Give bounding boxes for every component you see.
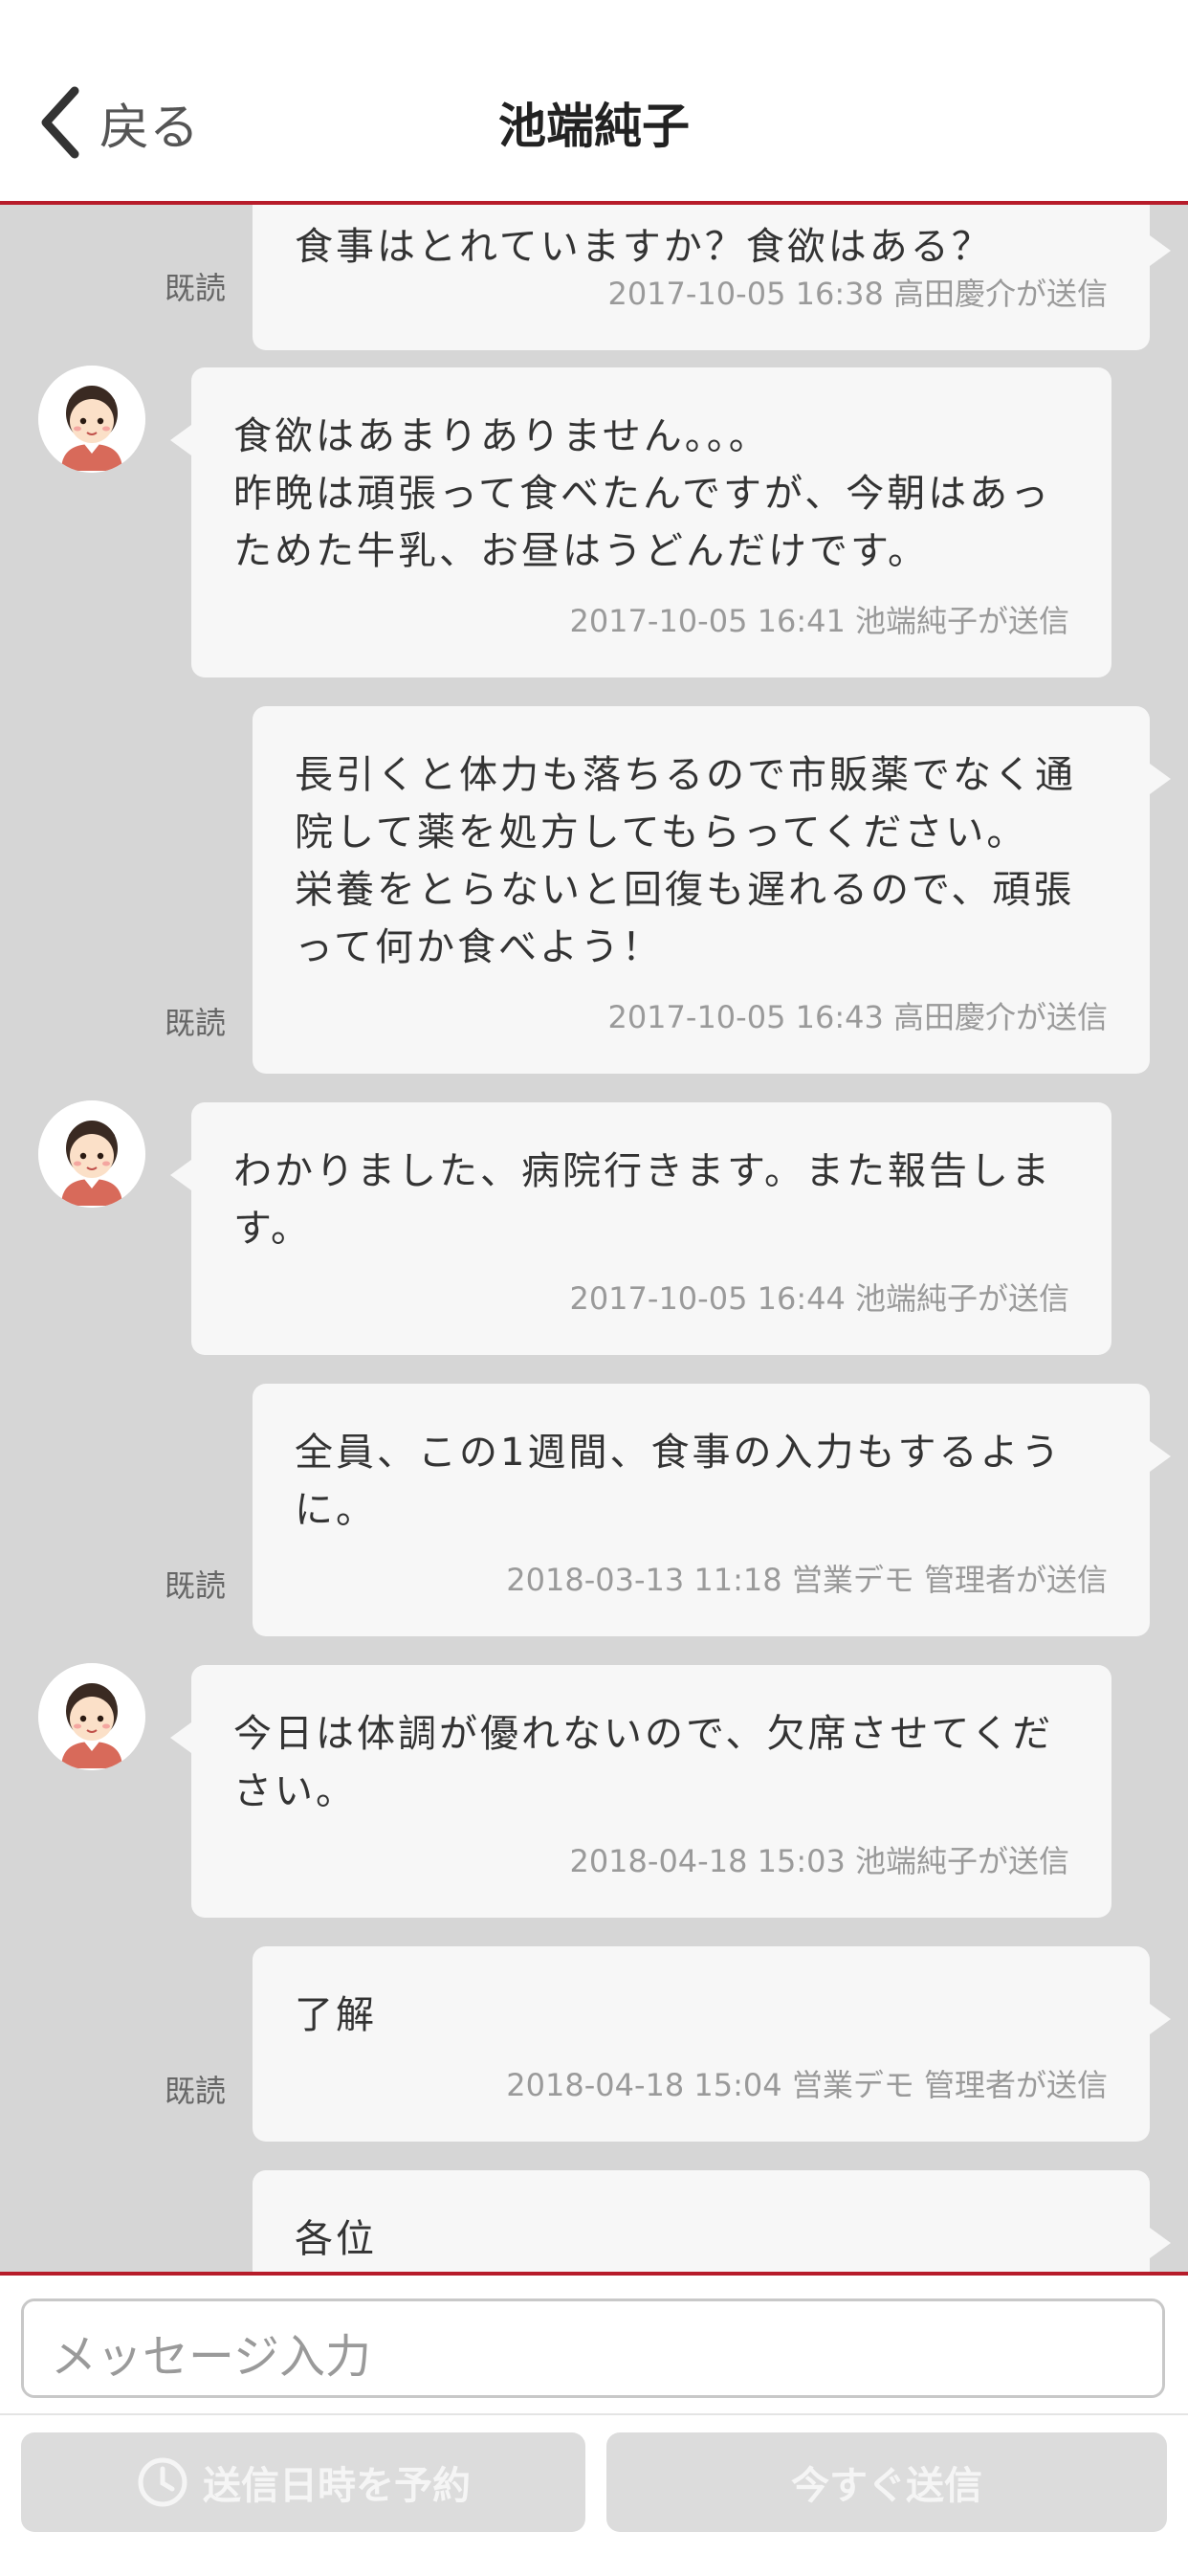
message-meta: 2017-10-05 16:38 高田慶介が送信 [607,276,1108,312]
read-receipt: 既読 [165,270,227,306]
message-bubble-outgoing: 全員、この1週間、食事の入力もするように。 2018-03-13 11:18 営… [253,1384,1171,1636]
message-meta: 2017-10-05 16:43 高田慶介が送信 [607,999,1108,1035]
message-list[interactable]: 食事はとれていますか？食欲はある？ 2017-10-05 16:38 高田慶介が… [0,205,1188,2272]
message-text: 食事はとれていますか？食欲はある？ [295,225,993,269]
message-meta: 2018-04-18 15:03 池端純子が送信 [569,1843,1069,1879]
message-text: わかりました、病院行きます。また報告します。 [233,1149,1052,1251]
message-bubble-outgoing: 了解 2018-04-18 15:04 営業デモ 管理者が送信 [253,1946,1171,2142]
divider [0,2413,1188,2415]
send-now-button[interactable]: 今すぐ送信 [606,2432,1167,2532]
message-text: 長引くと体力も落ちるので市販薬でなく通院して薬を処方してもらってください。 栄養… [295,753,1076,969]
schedule-send-label: 送信日時を予約 [203,2464,471,2508]
avatar[interactable] [38,1100,145,1208]
message-text: 全員、この1週間、食事の入力もするように。 [295,1431,1063,1532]
message-bubble-incoming: 食欲はあまりありません。。。 昨晩は頑張って食べたんですが、今朝はあっためた牛乳… [170,367,1111,677]
message-meta: 2017-10-05 16:41 池端純子が送信 [569,603,1069,639]
message-text: 食欲はあまりありません。。。 昨晩は頑張って食べたんですが、今朝はあっためた牛乳… [233,414,1052,573]
composer: 送信日時を予約 今すぐ送信 [0,2272,1188,2576]
message-text: 各位 [295,2217,377,2261]
message-text: 今日は体調が優れないので、欠席させてください。 [233,1712,1054,1813]
clock-icon [138,2457,187,2507]
message-input[interactable] [21,2298,1165,2398]
user-avatar-illustration [38,1100,145,1208]
message-bubble-outgoing: 各位 [253,2170,1171,2272]
message-bubble-incoming: 今日は体調が優れないので、欠席させてください。 2018-04-18 15:03… [170,1665,1111,1918]
schedule-send-button[interactable]: 送信日時を予約 [21,2432,585,2532]
message-bubble-outgoing: 長引くと体力も落ちるので市販薬でなく通院して薬を処方してもらってください。 栄養… [253,706,1171,1074]
user-avatar-illustration [38,1663,145,1770]
avatar[interactable] [38,366,145,473]
message-meta: 2018-03-13 11:18 営業デモ 管理者が送信 [506,1562,1108,1598]
read-receipt: 既読 [165,1005,227,1041]
read-receipt: 既読 [165,1567,227,1604]
message-bubble-incoming: わかりました、病院行きます。また報告します。 2017-10-05 16:44 … [170,1102,1111,1355]
send-now-label: 今すぐ送信 [791,2464,982,2508]
message-meta: 2018-04-18 15:04 営業デモ 管理者が送信 [506,2067,1108,2103]
read-receipt: 既読 [165,2073,227,2109]
page-title: 池端純子 [498,99,690,154]
message-bubble-outgoing: 食事はとれていますか？食欲はある？ 2017-10-05 16:38 高田慶介が… [253,205,1171,350]
app-header: 戻る 池端純子 [0,0,1188,205]
message-text: 了解 [295,1993,377,2037]
message-meta: 2017-10-05 16:44 池端純子が送信 [569,1280,1069,1317]
avatar[interactable] [38,1663,145,1770]
user-avatar-illustration [38,366,145,473]
